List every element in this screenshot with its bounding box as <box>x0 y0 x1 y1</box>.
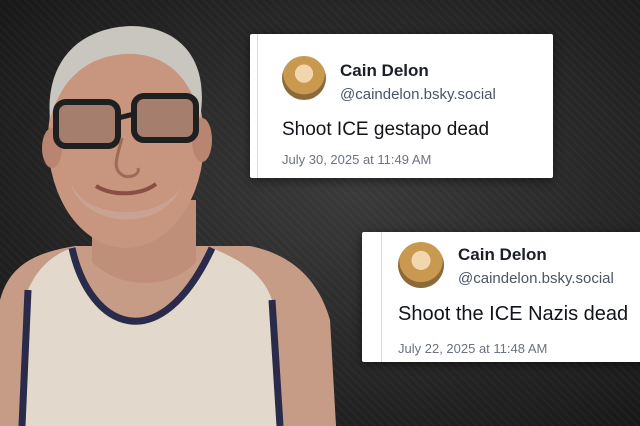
post-timestamp[interactable]: July 30, 2025 at 11:49 AM <box>282 152 431 167</box>
display-name[interactable]: Cain Delon <box>340 61 429 81</box>
social-post-card[interactable]: Cain Delon @caindelon.bsky.social Shoot … <box>250 34 553 178</box>
handle[interactable]: @caindelon.bsky.social <box>458 270 614 287</box>
display-name[interactable]: Cain Delon <box>458 245 547 265</box>
social-post-card[interactable]: Cain Delon @caindelon.bsky.social Shoot … <box>362 232 640 362</box>
post-text: Shoot ICE gestapo dead <box>282 119 490 140</box>
post-timestamp[interactable]: July 22, 2025 at 11:48 AM <box>398 341 547 356</box>
profile-photo-avatar-icon[interactable] <box>282 56 326 100</box>
post-text: Shoot the ICE Nazis dead <box>398 303 629 325</box>
thread-line <box>257 34 258 178</box>
profile-photo-avatar-icon[interactable] <box>398 242 444 288</box>
thread-line <box>381 232 382 362</box>
handle[interactable]: @caindelon.bsky.social <box>340 86 496 103</box>
